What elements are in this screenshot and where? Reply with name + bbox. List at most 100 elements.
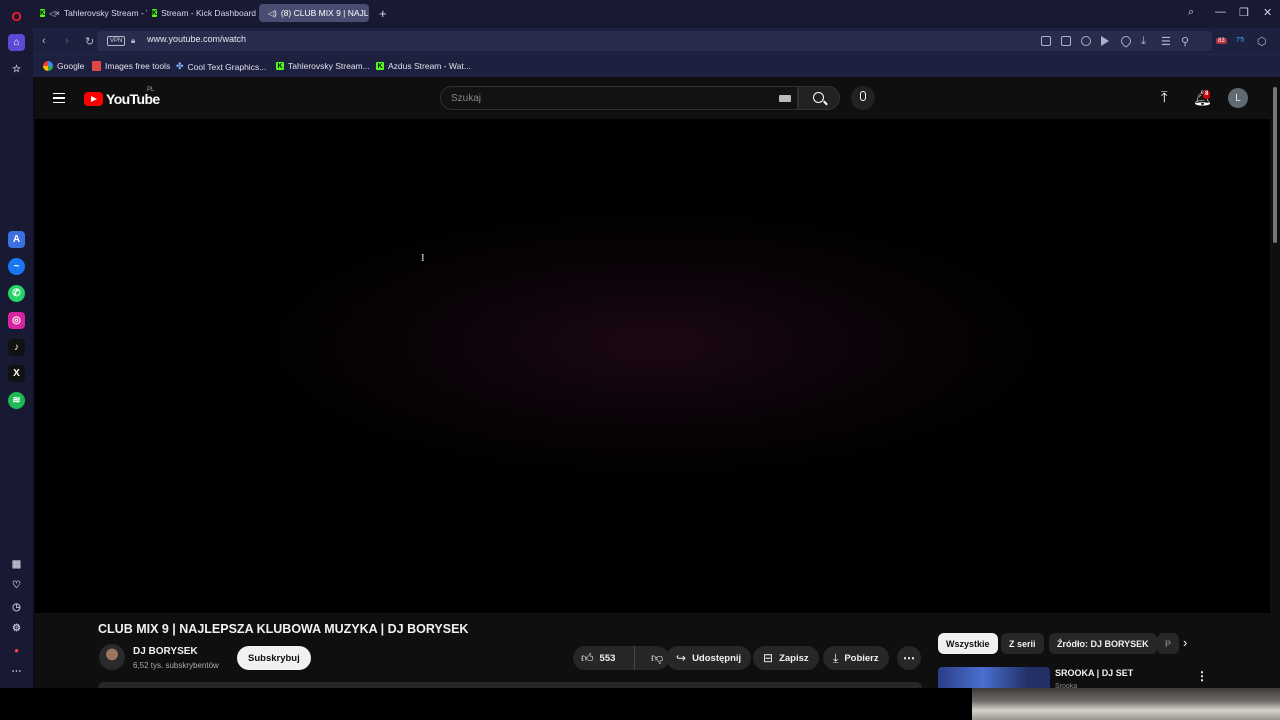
page-scrollbar[interactable]: [1270, 77, 1280, 688]
speaker-muted-icon: ◁×: [49, 8, 60, 18]
webcam-overlay: [972, 688, 1280, 720]
tiktok-icon[interactable]: ♪: [8, 339, 25, 356]
workspaces-icon[interactable]: ▦: [8, 556, 25, 573]
share-label: Udostępnij: [692, 652, 742, 664]
youtube-logo[interactable]: YouTube: [84, 91, 160, 107]
x-twitter-icon[interactable]: X: [8, 365, 25, 382]
tab-youtube-club-mix[interactable]: ◁) (8) CLUB MIX 9 | NAJL: [259, 4, 369, 22]
aria-ai-icon[interactable]: A: [8, 231, 25, 248]
scrollbar-thumb[interactable]: [1273, 87, 1277, 243]
kick-icon: K: [40, 9, 46, 17]
thumbs-up-icon: 👍︎: [581, 650, 594, 665]
images-icon: [92, 61, 101, 71]
close-button[interactable]: ✕: [1263, 6, 1272, 19]
keyboard-icon[interactable]: [779, 95, 791, 102]
back-icon[interactable]: ‹: [42, 35, 46, 47]
speed-dial-icon[interactable]: ☆: [8, 61, 25, 78]
bookmark-azdus-stream[interactable]: K Azdus Stream - Wat...: [376, 61, 471, 71]
snapshot-edit-icon[interactable]: [1041, 36, 1051, 46]
home-icon[interactable]: ⌂: [8, 34, 25, 51]
bookmark-images-free-tools[interactable]: Images free tools: [92, 61, 170, 71]
save-button[interactable]: ⊟ Zapisz: [753, 646, 819, 670]
spotify-icon[interactable]: ≋: [8, 392, 25, 409]
extensions-puzzle-icon[interactable]: ⬡: [1257, 35, 1267, 48]
download-label: Pobierz: [844, 652, 879, 664]
subscribe-button[interactable]: Subskrybuj: [237, 646, 311, 670]
chip-partial[interactable]: P: [1157, 633, 1179, 654]
video-player[interactable]: I: [35, 119, 1270, 613]
url-text[interactable]: www.youtube.com/watch: [147, 34, 246, 44]
chevron-right-icon[interactable]: ›: [1183, 635, 1187, 650]
bookmark-google[interactable]: Google: [43, 61, 84, 71]
easy-setup-icon[interactable]: ☰: [1161, 35, 1171, 48]
recommendation-thumbnail[interactable]: [938, 667, 1050, 688]
thumbs-down-icon: 👎︎: [651, 650, 664, 665]
recommendation-title[interactable]: SROOKA | DJ SET: [1055, 668, 1133, 678]
share-icon: ↪: [676, 651, 687, 665]
history-icon[interactable]: ◷: [8, 599, 25, 616]
bookmark-label: Google: [57, 61, 85, 71]
text-cursor-icon: I: [421, 252, 425, 264]
extension-icon[interactable]: ⁷⁵: [1236, 35, 1245, 47]
messenger-icon[interactable]: ~: [8, 258, 25, 275]
lock-icon[interactable]: 🔒︎: [131, 36, 135, 46]
extension-icon[interactable]: 83: [1216, 38, 1227, 44]
settings-gear-icon[interactable]: ⚙: [8, 620, 25, 637]
search-input[interactable]: [451, 91, 761, 106]
camera-icon[interactable]: [1061, 36, 1071, 46]
bookmarks-bar: Google Images free tools ✤ Cool Text Gra…: [33, 54, 1280, 77]
youtube-play-icon: [84, 92, 103, 106]
microphone-icon: [860, 91, 866, 101]
download-icon[interactable]: ⤓: [1141, 35, 1146, 48]
adblock-icon[interactable]: [1081, 36, 1091, 46]
voice-search-button[interactable]: [851, 86, 875, 110]
screen: O ⌂ ☆ A ~ ✆ ◎ ♪ X ≋ ▦ ♡ ◷ ⚙ ● ⋯ K ◁× Tah…: [0, 0, 1280, 720]
vpn-badge[interactable]: VPN: [107, 36, 126, 46]
restore-button[interactable]: ❐: [1239, 6, 1249, 19]
dislike-button[interactable]: 👎︎: [641, 651, 663, 666]
tab-label: (8) CLUB MIX 9 | NAJL: [280, 8, 369, 18]
bookmark-label: Cool Text Graphics...: [187, 61, 267, 72]
profile-icon[interactable]: ⚲: [1181, 35, 1189, 48]
tab-search-icon[interactable]: ⌕: [1188, 6, 1194, 19]
pinboards-icon[interactable]: ♡: [8, 577, 25, 594]
new-tab-button[interactable]: +: [374, 4, 392, 22]
chip-from-source[interactable]: Źródło: DJ BORYSEK: [1049, 633, 1157, 654]
like-button[interactable]: 👍︎ 553: [573, 646, 635, 670]
like-dislike-group: 👍︎ 553 👎︎: [573, 646, 669, 670]
channel-name[interactable]: DJ BORYSEK: [133, 646, 198, 657]
tab-kick-dashboard[interactable]: K Stream - Kick Dashboard: [147, 4, 257, 22]
bookmark-cool-text-graphics[interactable]: ✤ Cool Text Graphics...: [176, 61, 266, 72]
bookmark-label: Azdus Stream - Wat...: [388, 61, 471, 71]
player-icon[interactable]: [1101, 36, 1109, 46]
upload-icon[interactable]: ⤒: [1161, 89, 1168, 106]
menu-hamburger-icon[interactable]: [53, 93, 65, 103]
forward-icon[interactable]: ›: [65, 35, 69, 47]
tab-tahlerovsky-stream[interactable]: K ◁× Tahlerovsky Stream - V: [35, 4, 147, 22]
account-avatar[interactable]: L: [1228, 88, 1248, 108]
whatsapp-icon[interactable]: ✆: [8, 285, 25, 302]
opera-logo-icon[interactable]: O: [8, 8, 25, 25]
reload-icon[interactable]: ↻: [85, 35, 94, 48]
tab-label: Tahlerovsky Stream - V: [63, 8, 147, 18]
channel-avatar[interactable]: [99, 644, 125, 670]
address-bar: ‹ › ↻ VPN 🔒︎ www.youtube.com/watch ⤓ ☰ ⚲…: [33, 28, 1280, 54]
cooltext-icon: ✤: [176, 61, 184, 71]
minimize-button[interactable]: —: [1215, 6, 1226, 18]
download-button[interactable]: ⤓ Pobierz: [823, 646, 889, 670]
search-icon: [813, 92, 824, 103]
share-button[interactable]: ↪ Udostępnij: [666, 646, 752, 670]
more-actions-button[interactable]: ⋯: [897, 646, 921, 670]
youtube-sidebar-icon[interactable]: ●: [8, 642, 25, 659]
more-options-icon[interactable]: ⋯: [8, 663, 25, 680]
video-title: CLUB MIX 9 | NAJLEPSZA KLUBOWA MUZYKA | …: [98, 622, 469, 636]
instagram-icon[interactable]: ◎: [8, 312, 25, 329]
chip-all[interactable]: Wszystkie: [938, 633, 998, 654]
kick-icon: K: [276, 62, 284, 70]
chip-from-series[interactable]: Z serii: [1001, 633, 1044, 654]
recommendation-more-icon[interactable]: ⋮: [1196, 669, 1208, 683]
bookmark-tahlerovsky-stream[interactable]: K Tahlerovsky Stream...: [276, 61, 370, 71]
save-label: Zapisz: [779, 652, 809, 664]
bookmark-label: Tahlerovsky Stream...: [288, 61, 370, 71]
search-button[interactable]: [798, 86, 840, 110]
